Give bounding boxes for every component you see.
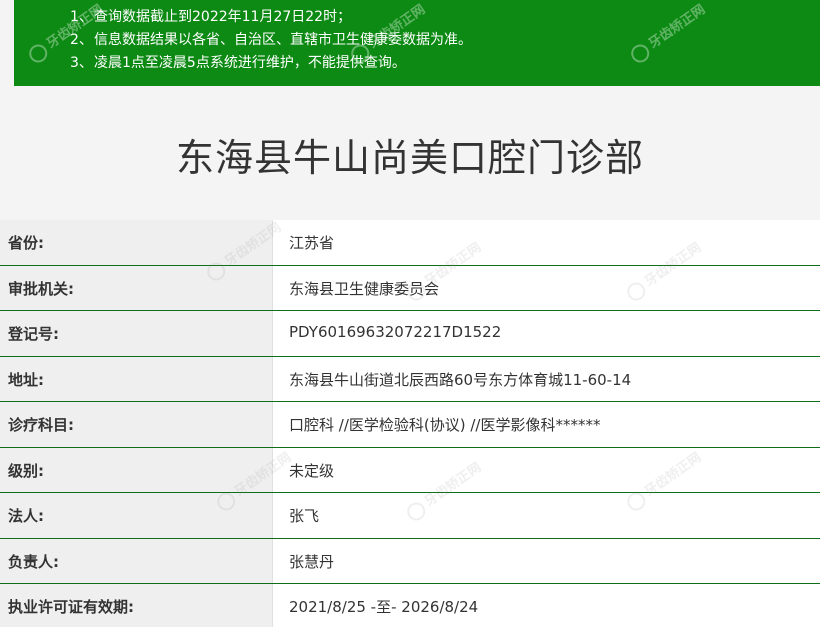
row-value: 口腔科 //医学检验科(协议) //医学影像科****** xyxy=(289,416,601,434)
row-value: PDY60169632072217D1522 xyxy=(289,323,502,341)
table-row: 级别: 未定级 xyxy=(0,447,820,493)
table-row: 执业许可证有效期: 2021/8/25 -至- 2026/8/24 xyxy=(0,584,820,627)
notice-banner: 1、查询数据截止到2022年11月27日22时； 2、信息数据结果以各省、自治区… xyxy=(14,0,820,86)
notice-line-3: 3、凌晨1点至凌晨5点系统进行维护，不能提供查询。 xyxy=(14,52,820,75)
value-cell: 东海县卫生健康委员会 xyxy=(273,265,820,310)
row-label: 法人: xyxy=(8,507,44,525)
value-cell: PDY60169632072217D1522 xyxy=(273,311,820,356)
table-row: 登记号: PDY60169632072217D1522 xyxy=(0,311,820,357)
table-row: 地址: 东海县牛山街道北辰西路60号东方体育城11-60-14 xyxy=(0,356,820,402)
label-cell: 法人: xyxy=(0,493,273,538)
row-label: 登记号: xyxy=(8,325,59,343)
value-cell: 2021/8/25 -至- 2026/8/24 xyxy=(273,584,820,627)
value-cell: 张飞 xyxy=(273,493,820,538)
notice-line-number: 3、 xyxy=(70,55,93,71)
label-cell: 审批机关: xyxy=(0,265,273,310)
row-label: 级别: xyxy=(8,461,44,480)
table-row: 审批机关: 东海县卫生健康委员会 xyxy=(0,265,820,311)
table-row: 诊疗科目: 口腔科 //医学检验科(协议) //医学影像科****** xyxy=(0,402,820,448)
table-row: 法人: 张飞 xyxy=(0,493,820,539)
page: 1、查询数据截止到2022年11月27日22时； 2、信息数据结果以各省、自治区… xyxy=(0,0,820,627)
row-label: 审批机关: xyxy=(8,279,74,298)
row-label: 负责人: xyxy=(8,552,59,571)
row-label: 地址: xyxy=(8,370,44,389)
row-label: 省份: xyxy=(8,234,44,252)
notice-line-text: 信息数据结果以各省、自治区、直辖市卫生健康委数据为准。 xyxy=(94,32,472,48)
value-cell: 口腔科 //医学检验科(协议) //医学影像科****** xyxy=(273,402,820,447)
value-cell: 未定级 xyxy=(273,447,820,492)
row-value: 江苏省 xyxy=(289,234,335,252)
value-cell: 江苏省 xyxy=(273,220,820,265)
row-value: 未定级 xyxy=(289,461,335,480)
notice-line-2: 2、信息数据结果以各省、自治区、直辖市卫生健康委数据为准。 xyxy=(14,29,820,52)
row-value: 东海县牛山街道北辰西路60号东方体育城11-60-14 xyxy=(289,370,632,389)
row-label: 执业许可证有效期: xyxy=(8,598,134,616)
page-title: 东海县牛山尚美口腔门诊部 xyxy=(175,136,644,180)
label-cell: 执业许可证有效期: xyxy=(0,584,273,627)
notice-line-1: 1、查询数据截止到2022年11月27日22时； xyxy=(14,6,820,29)
row-value: 张飞 xyxy=(289,507,320,525)
label-cell: 省份: xyxy=(0,220,273,265)
label-cell: 级别: xyxy=(0,447,273,492)
value-cell: 张慧丹 xyxy=(273,538,820,583)
row-value: 张慧丹 xyxy=(289,552,335,571)
value-cell: 东海县牛山街道北辰西路60号东方体育城11-60-14 xyxy=(273,356,820,401)
label-cell: 负责人: xyxy=(0,538,273,583)
row-value: 东海县卫生健康委员会 xyxy=(289,279,440,298)
table-row: 省份: 江苏省 xyxy=(0,220,820,266)
row-value: 2021/8/25 -至- 2026/8/24 xyxy=(289,598,479,616)
notice-line-number: 1、 xyxy=(70,9,93,25)
table-row: 负责人: 张慧丹 xyxy=(0,538,820,584)
label-cell: 诊疗科目: xyxy=(0,402,273,447)
notice-line-text: 查询数据截止到2022年11月27日22时； xyxy=(94,9,352,25)
info-table: 省份: 江苏省 审批机关: 东海县卫生健康委员会 登记号: PDY6016963… xyxy=(0,220,820,627)
label-cell: 地址: xyxy=(0,356,273,401)
row-label: 诊疗科目: xyxy=(8,416,74,434)
title-area: 东海县牛山尚美口腔门诊部 xyxy=(0,86,820,220)
notice-line-text: 凌晨1点至凌晨5点系统进行维护，不能提供查询。 xyxy=(94,55,406,71)
notice-line-number: 2、 xyxy=(70,32,93,48)
label-cell: 登记号: xyxy=(0,311,273,356)
